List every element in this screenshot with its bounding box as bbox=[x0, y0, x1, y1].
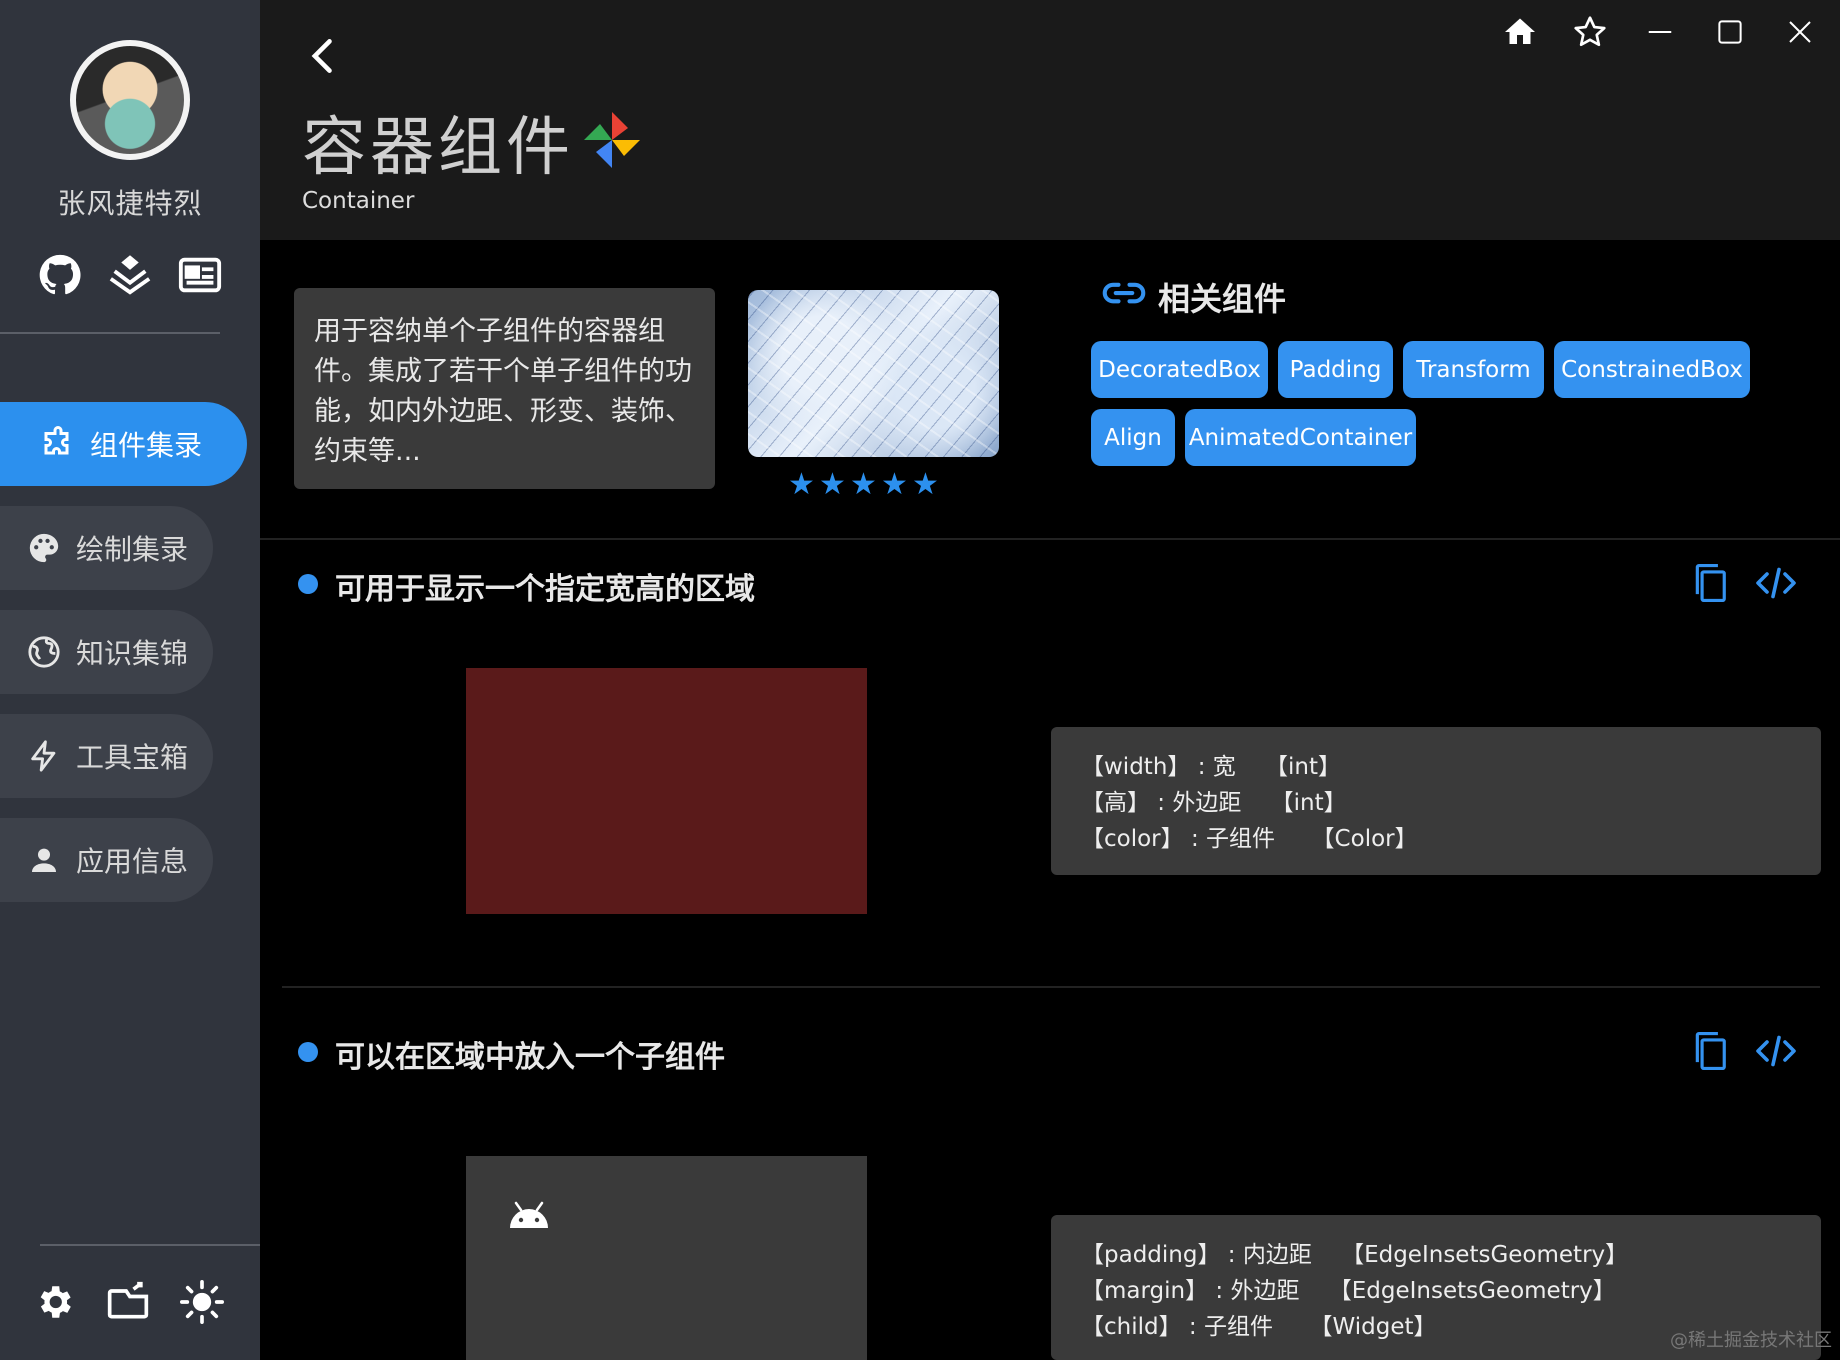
avatar[interactable] bbox=[70, 40, 190, 160]
sidebar-item-widgets[interactable]: 组件集录 bbox=[0, 402, 247, 486]
section-bullet bbox=[298, 1042, 318, 1062]
github-icon[interactable] bbox=[37, 252, 83, 298]
folder-icon[interactable] bbox=[106, 1280, 150, 1324]
back-icon[interactable] bbox=[302, 34, 346, 78]
sidebar-item-knowledge[interactable]: 知识集锦 bbox=[0, 610, 213, 694]
related-title: 相关组件 bbox=[1158, 280, 1287, 318]
home-icon[interactable] bbox=[1500, 12, 1540, 52]
sidebar-item-label: 应用信息 bbox=[76, 845, 189, 878]
property-line: 【padding】 : 内边距 【EdgeInsetsGeometry】 bbox=[1081, 1242, 1629, 1268]
section-divider bbox=[282, 986, 1820, 988]
sidebar-bottom-divider bbox=[40, 1244, 260, 1246]
section-actions bbox=[1689, 562, 1797, 604]
person-icon bbox=[26, 842, 62, 878]
copy-icon[interactable] bbox=[1689, 1030, 1731, 1072]
social-links bbox=[0, 252, 260, 298]
star-outline-icon[interactable] bbox=[1570, 12, 1610, 52]
rating-stars: ★ ★ ★ ★ ★ bbox=[788, 467, 941, 502]
page-header: 容器组件 Container bbox=[260, 0, 1840, 240]
palette-icon bbox=[26, 530, 62, 566]
widget-cover-image bbox=[748, 290, 999, 457]
star-icon: ★ bbox=[881, 467, 908, 502]
sidebar-item-tools[interactable]: 工具宝箱 bbox=[0, 714, 213, 798]
sidebar-bottom-actions bbox=[32, 1280, 224, 1324]
user-name: 张风捷特烈 bbox=[57, 187, 203, 220]
sidebar-item-label: 绘制集录 bbox=[76, 533, 189, 566]
section-bullet bbox=[298, 574, 318, 594]
puzzle-icon bbox=[40, 426, 76, 462]
star-icon: ★ bbox=[850, 467, 877, 502]
sidebar-item-label: 组件集录 bbox=[90, 429, 203, 462]
sidebar-item-label: 工具宝箱 bbox=[76, 741, 189, 774]
sidebar-item-label: 知识集锦 bbox=[76, 637, 189, 670]
link-icon bbox=[1102, 278, 1146, 316]
juejin-icon[interactable] bbox=[107, 252, 153, 298]
brightness-icon[interactable] bbox=[180, 1280, 224, 1324]
page-title: 容器组件 bbox=[302, 111, 574, 185]
flash-icon bbox=[26, 738, 62, 774]
property-list: 【width】 : 宽 【int】 【高】 : 外边距 【int】 【color… bbox=[1051, 727, 1821, 875]
window-controls bbox=[1500, 12, 1820, 52]
sidebar-item-app-info[interactable]: 应用信息 bbox=[0, 818, 213, 902]
chip-padding[interactable]: Padding bbox=[1278, 341, 1393, 398]
code-icon[interactable] bbox=[1755, 562, 1797, 604]
demo-container-box bbox=[466, 668, 867, 914]
page-subtitle: Container bbox=[302, 188, 415, 214]
pinwheel-icon bbox=[580, 108, 644, 172]
demo-container-with-child bbox=[466, 1156, 867, 1360]
globe-icon bbox=[26, 634, 62, 670]
chip-animatedcontainer[interactable]: AnimatedContainer bbox=[1185, 409, 1416, 466]
property-line: 【width】 : 宽 【int】 bbox=[1081, 754, 1341, 780]
star-icon: ★ bbox=[912, 467, 939, 502]
close-icon[interactable] bbox=[1780, 12, 1820, 52]
property-line: 【高】 : 外边距 【int】 bbox=[1081, 790, 1347, 816]
chip-decoratedbox[interactable]: DecoratedBox bbox=[1091, 341, 1268, 398]
property-line: 【color】 : 子组件 【Color】 bbox=[1081, 826, 1418, 852]
card-icon[interactable] bbox=[177, 252, 223, 298]
sidebar-item-painting[interactable]: 绘制集录 bbox=[0, 506, 213, 590]
section-divider bbox=[260, 538, 1840, 540]
minimize-icon[interactable] bbox=[1640, 12, 1680, 52]
sidebar-divider bbox=[0, 332, 220, 334]
chip-transform[interactable]: Transform bbox=[1403, 341, 1544, 398]
code-icon[interactable] bbox=[1755, 1030, 1797, 1072]
android-icon bbox=[506, 1200, 552, 1230]
chip-align[interactable]: Align bbox=[1091, 409, 1175, 466]
widget-description: 用于容纳单个子组件的容器组件。集成了若干个单子组件的功能，如内外边距、形变、装饰… bbox=[294, 288, 715, 489]
section-title: 可以在区域中放入一个子组件 bbox=[335, 1040, 725, 1075]
star-icon: ★ bbox=[788, 467, 815, 502]
maximize-icon[interactable] bbox=[1710, 12, 1750, 52]
settings-icon[interactable] bbox=[32, 1280, 76, 1324]
copy-icon[interactable] bbox=[1689, 562, 1731, 604]
star-icon: ★ bbox=[819, 467, 846, 502]
section-actions bbox=[1689, 1030, 1797, 1072]
chip-constrainedbox[interactable]: ConstrainedBox bbox=[1554, 341, 1750, 398]
sidebar: 张风捷特烈 组件集录 绘制集录 知识集锦 工具宝箱 应用信息 bbox=[0, 0, 260, 1360]
property-line: 【margin】 : 外边距 【EdgeInsetsGeometry】 bbox=[1081, 1278, 1616, 1304]
related-widgets-heading: 相关组件 bbox=[1102, 274, 1286, 320]
section-title: 可用于显示一个指定宽高的区域 bbox=[335, 572, 755, 607]
watermark: @稀土掘金技术社区 bbox=[1670, 1330, 1832, 1351]
